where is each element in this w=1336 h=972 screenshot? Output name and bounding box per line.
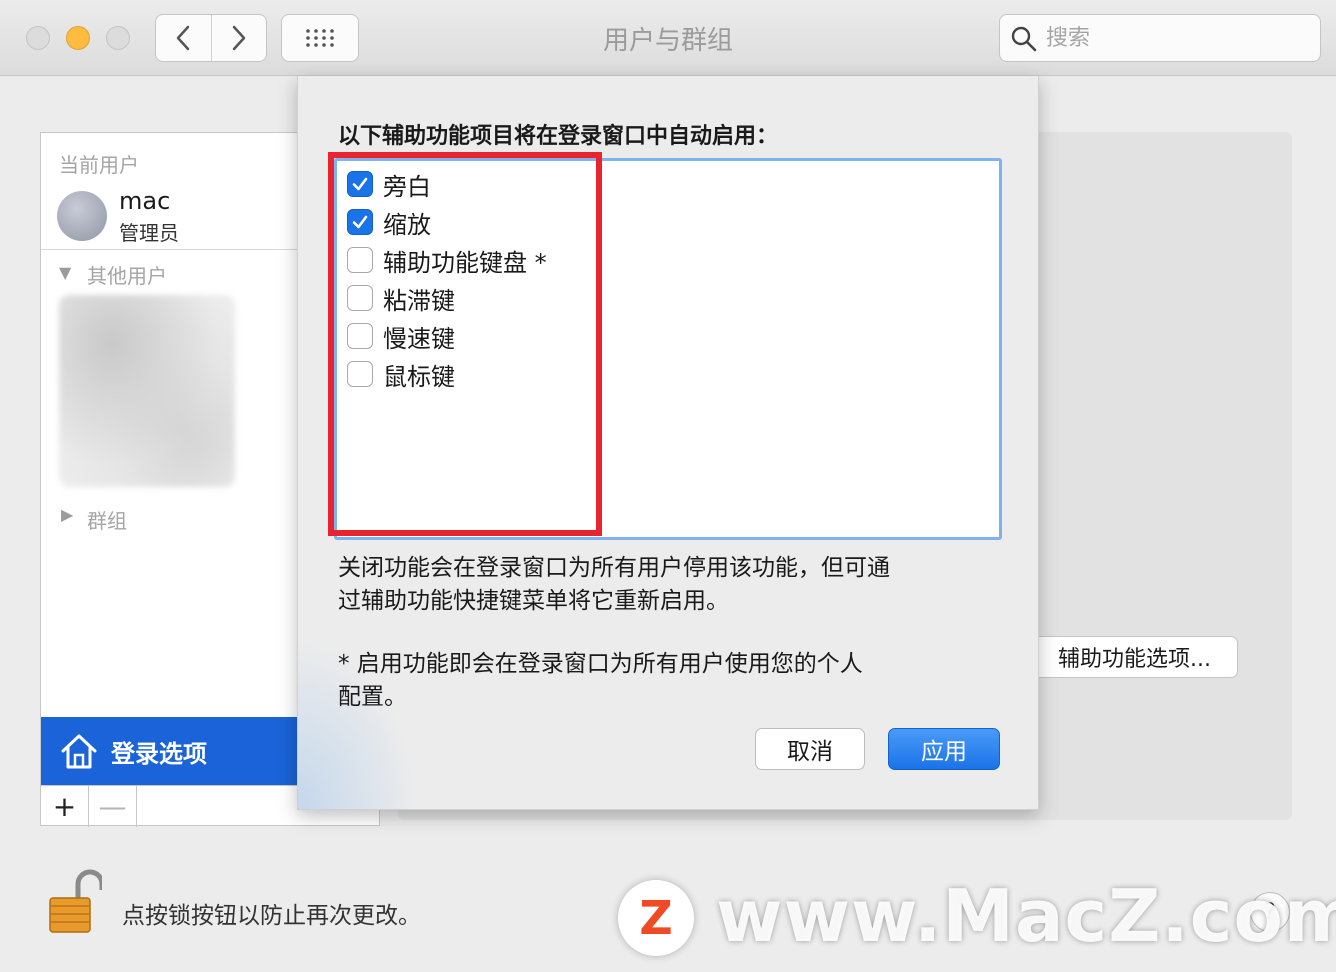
- apply-button[interactable]: 应用: [888, 728, 1000, 770]
- close-window-button[interactable]: [26, 26, 50, 50]
- chevron-left-icon: [177, 25, 190, 51]
- description-line: 关闭功能会在登录窗口为所有用户停用该功能，但可通: [338, 555, 890, 581]
- search-icon: [1011, 26, 1037, 52]
- search-input[interactable]: [1046, 23, 1306, 53]
- cancel-button[interactable]: 取消: [755, 728, 865, 770]
- note-line: 配置。: [338, 684, 407, 710]
- accessibility-options-button[interactable]: 辅助功能选项...: [1016, 636, 1238, 678]
- note-text: * 启用功能即会在登录窗口为所有用户使用您的个人 配置。: [338, 648, 998, 714]
- back-button[interactable]: [156, 15, 211, 61]
- chevron-right-icon: [232, 25, 245, 51]
- groups-label[interactable]: 群组: [87, 505, 127, 534]
- blurred-user-list: [59, 295, 235, 487]
- window-title: 用户与群组: [602, 26, 733, 56]
- home-icon: [61, 734, 97, 769]
- watermark-logo: Z: [618, 880, 694, 956]
- disclosure-right-icon[interactable]: ▶: [61, 505, 73, 524]
- highlight-annotation-box: [328, 152, 602, 536]
- nav-buttons: [155, 14, 267, 62]
- forward-button[interactable]: [210, 15, 267, 61]
- user-name[interactable]: mac: [119, 187, 170, 215]
- login-options-label: 登录选项: [111, 739, 207, 768]
- user-role: 管理员: [119, 221, 179, 245]
- description-text: 关闭功能会在登录窗口为所有用户停用该功能，但可通 过辅助功能快捷键菜单将它重新启…: [338, 552, 998, 618]
- note-line: * 启用功能即会在登录窗口为所有用户使用您的个人: [338, 651, 863, 677]
- avatar[interactable]: [57, 191, 107, 241]
- minimize-window-button[interactable]: [66, 26, 90, 50]
- current-users-label: 当前用户: [59, 153, 139, 177]
- remove-user-button[interactable]: —: [89, 786, 137, 827]
- window-titlebar: 用户与群组: [0, 0, 1336, 76]
- search-field[interactable]: [999, 14, 1321, 62]
- sheet-title: 以下辅助功能项目将在登录窗口中自动启用：: [338, 124, 779, 149]
- other-users-label: 其他用户: [87, 264, 167, 288]
- zoom-window-button[interactable]: [106, 26, 130, 50]
- grid-icon: [306, 29, 334, 47]
- lock-hint-text: 点按锁按钮以防止再次更改。: [122, 903, 421, 929]
- description-line: 过辅助功能快捷键菜单将它重新启用。: [338, 588, 729, 614]
- login-accessibility-sheet: 以下辅助功能项目将在登录窗口中自动启用： 旁白 缩放 辅助功能键盘 * 粘滞键 …: [297, 76, 1039, 810]
- show-all-button[interactable]: [281, 14, 359, 62]
- lock-icon[interactable]: [48, 868, 102, 936]
- disclosure-down-icon[interactable]: ▼: [59, 263, 71, 282]
- add-user-button[interactable]: +: [41, 786, 89, 827]
- watermark-text: www.MacZ.com: [716, 874, 1336, 958]
